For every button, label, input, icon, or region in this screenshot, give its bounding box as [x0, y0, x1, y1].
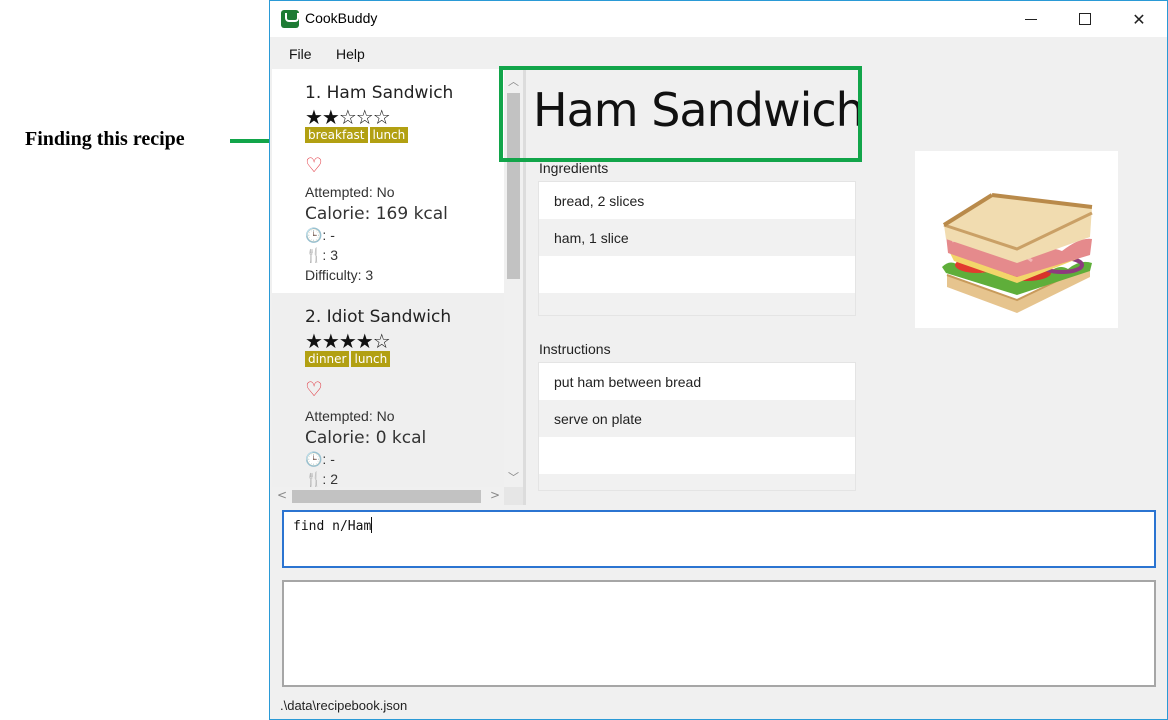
command-input[interactable]: find n/Ham — [282, 510, 1156, 568]
time-value: 🕒: - — [305, 451, 335, 467]
minimize-button[interactable] — [1008, 1, 1054, 37]
window-title: CookBuddy — [305, 10, 378, 26]
attempted-status: Attempted: No — [305, 184, 395, 200]
close-icon: ✕ — [1132, 9, 1146, 29]
tag-list: breakfast lunch — [305, 127, 409, 143]
rating-stars: ★★★★☆ — [305, 329, 391, 353]
instruction-item[interactable] — [539, 474, 855, 490]
scroll-right-icon[interactable]: > — [490, 488, 500, 502]
ingredients-label: Ingredients — [539, 160, 609, 176]
chef-hat-icon — [281, 10, 299, 28]
servings-value: 🍴: 3 — [305, 247, 338, 263]
ingredient-item[interactable] — [539, 293, 855, 315]
recipe-card-title: 1. Ham Sandwich — [305, 83, 454, 103]
tag-breakfast: breakfast — [305, 127, 368, 143]
ingredient-item[interactable]: ham, 1 slice — [539, 219, 855, 256]
menu-help[interactable]: Help — [336, 46, 365, 62]
instruction-item[interactable]: put ham between bread — [539, 363, 855, 400]
annotation-highlight-box — [499, 66, 862, 162]
title-bar: CookBuddy ✕ — [270, 1, 1167, 37]
minimize-icon — [1025, 18, 1037, 20]
status-bar-path: .\data\recipebook.json — [280, 698, 408, 713]
recipe-card-title: 2. Idiot Sandwich — [305, 307, 452, 327]
instructions-list[interactable]: put ham between bread serve on plate — [538, 362, 856, 491]
calorie-value: Calorie: 169 kcal — [305, 204, 448, 224]
text-caret — [371, 517, 373, 533]
calorie-value: Calorie: 0 kcal — [305, 428, 427, 448]
recipe-image — [915, 151, 1118, 328]
ingredients-list[interactable]: bread, 2 slices ham, 1 slice — [538, 181, 856, 316]
recipe-card[interactable]: 2. Idiot Sandwich ★★★★☆ dinner lunch ♡ A… — [272, 293, 504, 505]
servings-value: 🍴: 2 — [305, 471, 338, 487]
menu-bar: File Help — [270, 37, 1167, 69]
instructions-label: Instructions — [539, 341, 611, 357]
recipe-card[interactable]: 1. Ham Sandwich ★★☆☆☆ breakfast lunch ♡ … — [272, 69, 504, 293]
menu-file[interactable]: File — [289, 46, 312, 62]
close-button[interactable]: ✕ — [1116, 1, 1162, 37]
list-hscroll-thumb[interactable] — [292, 490, 481, 503]
heart-icon: ♡ — [305, 377, 323, 401]
heart-icon: ♡ — [305, 153, 323, 177]
difficulty-value: Difficulty: 3 — [305, 267, 374, 283]
tag-list: dinner lunch — [305, 351, 391, 367]
instruction-item[interactable] — [539, 437, 855, 474]
recipe-list-panel: 1. Ham Sandwich ★★☆☆☆ breakfast lunch ♡ … — [272, 69, 523, 505]
ingredient-item[interactable] — [539, 256, 855, 293]
command-value: find n/Ham — [293, 519, 372, 534]
list-horizontal-scrollbar[interactable]: < > — [272, 487, 504, 505]
tag-lunch: lunch — [351, 351, 391, 367]
instruction-item[interactable]: serve on plate — [539, 400, 855, 437]
scroll-down-icon[interactable]: ﹀ — [508, 469, 519, 485]
tag-lunch: lunch — [369, 127, 409, 143]
annotation-label: Finding this recipe — [25, 128, 185, 150]
scroll-corner — [504, 487, 523, 505]
maximize-icon — [1079, 13, 1091, 25]
command-text: find n/Ham — [293, 517, 373, 534]
sandwich-image — [941, 192, 1093, 313]
result-display — [282, 580, 1156, 687]
scroll-left-icon[interactable]: < — [277, 488, 287, 502]
maximize-button[interactable] — [1062, 1, 1108, 37]
ingredient-item[interactable]: bread, 2 slices — [539, 182, 855, 219]
tag-dinner: dinner — [305, 351, 350, 367]
time-value: 🕒: - — [305, 227, 335, 243]
rating-stars: ★★☆☆☆ — [305, 105, 391, 129]
attempted-status: Attempted: No — [305, 408, 395, 424]
